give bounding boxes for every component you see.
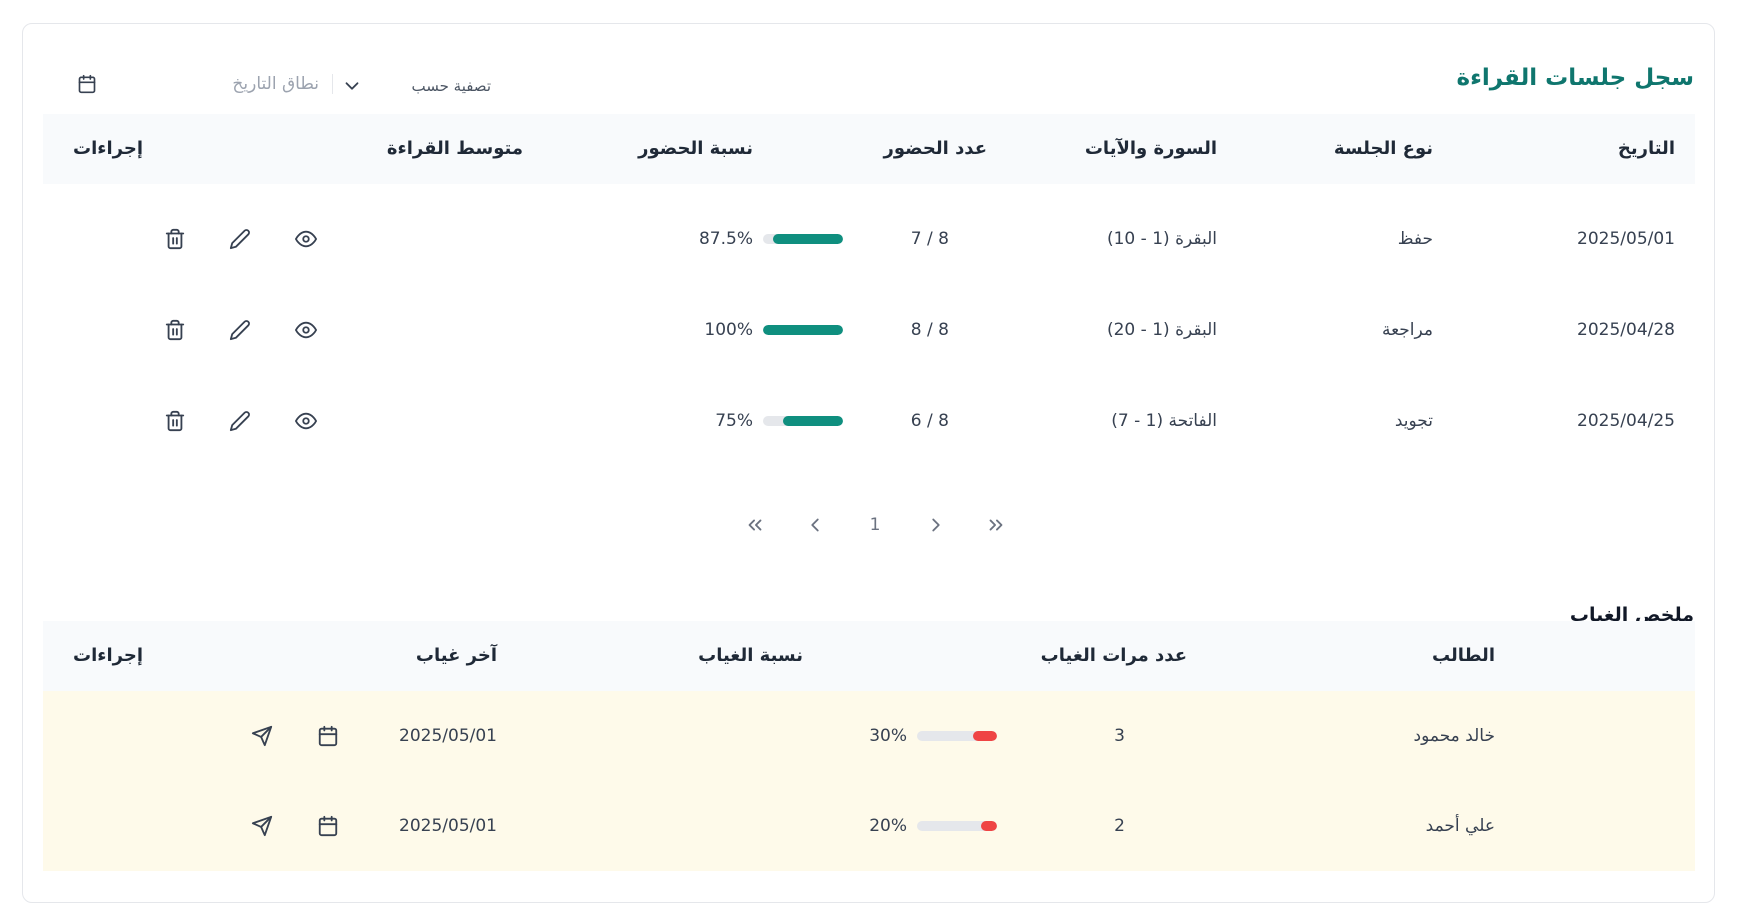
attendance-rate-bar <box>763 234 843 244</box>
absence-rate-fill <box>981 821 997 831</box>
col-surah: السورة والآيات <box>1084 138 1217 159</box>
trash-icon[interactable] <box>164 228 186 250</box>
calendar-icon[interactable] <box>317 725 339 747</box>
filter-by-select[interactable]: تصفية حسب <box>331 68 501 104</box>
session-surah: البقرة (1 - 10) <box>1106 229 1217 249</box>
table-row[interactable]: 2025/04/25 تجويد الفاتحة (1 - 7) 8 / 6 7… <box>43 376 1695 466</box>
prev-page-button[interactable] <box>921 510 951 540</box>
student-name: علي أحمد <box>1425 816 1495 836</box>
session-type: حفظ <box>1397 229 1433 249</box>
col-attendance-rate: نسبة الحضور <box>638 138 753 159</box>
table-row[interactable]: 2025/04/28 مراجعة البقرة (1 - 20) 8 / 8 … <box>43 285 1695 375</box>
date-range-picker[interactable]: نطاق التاريخ <box>63 60 333 108</box>
student-name: خالد محمود <box>1413 726 1495 746</box>
col-attendance-count: عدد الحضور <box>883 138 987 159</box>
chevrons-right-icon <box>989 519 1003 531</box>
absence-table-header: الطالب عدد مرات الغياب نسبة الغياب آخر غ… <box>43 621 1695 691</box>
col-absence-count: عدد مرات الغياب <box>1040 645 1187 666</box>
send-icon[interactable] <box>251 815 273 837</box>
page-title: سجل جلسات القراءة <box>1456 65 1694 91</box>
absence-rate-label: 20% <box>869 816 907 836</box>
attendance-rate-fill <box>763 325 843 335</box>
attendance-rate-fill <box>773 234 843 244</box>
col-absence-rate: نسبة الغياب <box>698 645 803 666</box>
table-row[interactable]: خالد محمود 3 30% 2025/05/01 <box>43 691 1695 781</box>
current-page[interactable]: 1 <box>860 510 890 540</box>
col-actions: إجراءات <box>73 645 143 666</box>
pencil-icon[interactable] <box>229 228 251 250</box>
chevrons-left-icon <box>748 519 762 531</box>
divider <box>332 74 333 94</box>
eye-icon[interactable] <box>295 319 317 341</box>
attendance-rate-label: 100% <box>704 320 753 340</box>
filter-by-label: تصفية حسب <box>411 77 492 95</box>
sessions-table-header: التاريخ نوع الجلسة السورة والآيات عدد ال… <box>43 114 1695 184</box>
eye-icon[interactable] <box>295 228 317 250</box>
reading-sessions-card: سجل جلسات القراءة تصفية حسب نطاق التاريخ… <box>22 23 1715 903</box>
col-actions: إجراءات <box>73 138 143 159</box>
col-date: التاريخ <box>1617 138 1675 159</box>
absence-rate-bar <box>917 821 997 831</box>
attendance-rate-fill <box>783 416 843 426</box>
absence-rate-bar <box>917 731 997 741</box>
session-type: تجويد <box>1394 411 1433 431</box>
trash-icon[interactable] <box>164 410 186 432</box>
col-last-absence: آخر غياب <box>415 645 497 666</box>
attendance-count: 8 / 6 <box>910 411 949 431</box>
pencil-icon[interactable] <box>229 410 251 432</box>
attendance-rate-label: 87.5% <box>698 229 753 249</box>
first-page-button[interactable] <box>981 510 1011 540</box>
chevron-right-icon <box>932 518 940 532</box>
table-row[interactable]: 2025/05/01 حفظ البقرة (1 - 10) 8 / 7 87.… <box>43 194 1695 284</box>
attendance-rate-bar <box>763 325 843 335</box>
absence-rate-fill <box>973 731 997 741</box>
date-range-placeholder: نطاق التاريخ <box>232 74 319 94</box>
absence-rate-label: 30% <box>869 726 907 746</box>
attendance-rate-label: 75% <box>715 411 753 431</box>
session-surah: الفاتحة (1 - 7) <box>1111 411 1217 431</box>
col-reading-avg: متوسط القراءة <box>386 138 523 159</box>
calendar-icon[interactable] <box>77 74 97 94</box>
last-page-button[interactable] <box>740 510 770 540</box>
eye-icon[interactable] <box>295 410 317 432</box>
next-page-button[interactable] <box>800 510 830 540</box>
calendar-icon[interactable] <box>317 815 339 837</box>
last-absence-date: 2025/05/01 <box>399 816 497 836</box>
session-surah: البقرة (1 - 20) <box>1106 320 1217 340</box>
session-date: 2025/04/28 <box>1577 320 1675 340</box>
attendance-count: 8 / 8 <box>910 320 949 340</box>
session-date: 2025/05/01 <box>1577 229 1675 249</box>
trash-icon[interactable] <box>164 319 186 341</box>
pagination: 1 <box>23 510 1716 540</box>
absence-count: 2 <box>1114 816 1125 836</box>
attendance-rate-bar <box>763 416 843 426</box>
table-row[interactable]: علي أحمد 2 20% 2025/05/01 <box>43 781 1695 871</box>
session-type: مراجعة <box>1381 320 1433 340</box>
attendance-count: 8 / 7 <box>910 229 949 249</box>
send-icon[interactable] <box>251 725 273 747</box>
last-absence-date: 2025/05/01 <box>399 726 497 746</box>
absence-count: 3 <box>1114 726 1125 746</box>
col-session-type: نوع الجلسة <box>1333 138 1433 159</box>
chevron-down-icon <box>345 82 359 90</box>
pencil-icon[interactable] <box>229 319 251 341</box>
col-student: الطالب <box>1431 645 1495 666</box>
chevron-left-icon <box>811 518 819 532</box>
session-date: 2025/04/25 <box>1577 411 1675 431</box>
